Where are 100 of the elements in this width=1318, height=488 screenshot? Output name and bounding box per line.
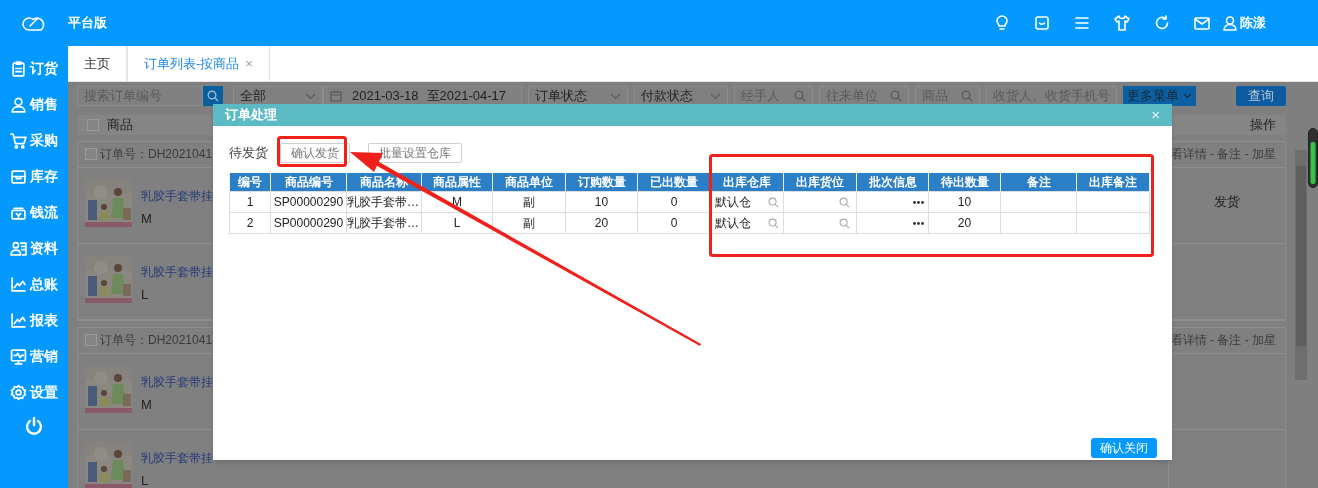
shirt-icon[interactable] <box>1112 13 1132 33</box>
close-button[interactable]: × <box>1151 103 1160 127</box>
ship-link[interactable]: 发货 <box>1214 191 1240 243</box>
chart-icon <box>10 311 27 329</box>
cart-icon <box>10 131 27 149</box>
status-label: 待发货 <box>229 144 268 163</box>
checkbox[interactable] <box>85 148 97 160</box>
search-button[interactable] <box>203 86 223 106</box>
search-icon[interactable] <box>768 217 779 229</box>
search-icon <box>207 90 219 102</box>
sidebar-item[interactable]: 总账 <box>10 272 58 296</box>
product-link[interactable]: 乳胶手套带挂 <box>141 373 213 391</box>
warehouse-field[interactable]: 默认仓 <box>711 214 783 232</box>
sidebar-item[interactable]: 采购 <box>10 128 58 152</box>
search-icon[interactable] <box>839 196 850 208</box>
search-icon <box>890 90 902 102</box>
table-cell: 10 <box>565 191 638 213</box>
order-number: 订单号：DH2021041 <box>100 146 213 163</box>
column-header: 订购数量 <box>565 173 638 192</box>
more-menu-button[interactable]: 更多菜单 <box>1123 86 1196 106</box>
sidebar-item[interactable]: 订货 <box>10 56 58 80</box>
table-cell: 乳胶手套带… <box>346 212 422 234</box>
search-icon <box>961 90 973 102</box>
table-cell: 2 <box>229 212 271 234</box>
column-header: 出库货位 <box>783 173 857 192</box>
product-link[interactable]: 乳胶手套带挂 <box>141 263 213 281</box>
table-cell: 20 <box>928 212 1001 234</box>
contacts-icon <box>10 239 27 257</box>
search-icon[interactable] <box>839 217 850 229</box>
table-cell: 10 <box>928 191 1001 213</box>
scrollbar[interactable] <box>1295 150 1307 380</box>
tab[interactable]: 订单列表-按商品 × <box>127 46 270 81</box>
variant-text: M <box>141 395 153 414</box>
user-menu[interactable]: 陈漾 <box>1222 13 1266 33</box>
table-cell: SP00000290 <box>270 212 347 234</box>
order-links[interactable]: 看详情 - 备注 - 加星 <box>1170 331 1276 349</box>
user-icon <box>10 95 27 113</box>
confirm-close-button[interactable]: 确认关闭 <box>1091 438 1157 458</box>
column-header: 商品编号 <box>270 173 347 192</box>
select-field[interactable]: 付款状态 <box>634 86 728 106</box>
caret-icon <box>610 92 621 100</box>
column-header: 商品属性 <box>421 173 493 192</box>
column-header: 操作 <box>1250 116 1276 134</box>
app-title: 平台版 <box>68 14 107 33</box>
variant-text: L <box>141 285 150 304</box>
table-cell: 1 <box>229 191 271 213</box>
query-button[interactable]: 查询 <box>1236 86 1286 106</box>
order-number: 订单号：DH2021041 <box>100 332 213 349</box>
settings-icon <box>10 383 27 401</box>
column-header: 待出数量 <box>928 173 1001 192</box>
highlight-box <box>277 136 347 167</box>
checkbox[interactable] <box>85 334 97 346</box>
monitor-icon <box>10 347 27 365</box>
caret-icon <box>710 92 721 100</box>
more-icon[interactable] <box>913 200 924 204</box>
select-field[interactable]: 全部 <box>233 86 323 106</box>
box-icon <box>10 167 27 185</box>
column-header: 商品 <box>107 116 133 134</box>
column-header: 批次信息 <box>856 173 929 192</box>
table-cell: 乳胶手套带… <box>346 191 422 213</box>
column-header: 备注 <box>1000 173 1077 192</box>
table-cell: 0 <box>637 191 711 213</box>
chart-icon <box>10 275 27 293</box>
date-range-field[interactable]: 2021-03-18 至2021-04-17 <box>323 86 522 106</box>
sidebar-item[interactable]: 资料 <box>10 236 58 260</box>
product-link[interactable]: 乳胶手套带挂 <box>141 449 213 467</box>
sidebar-item[interactable]: 库存 <box>10 164 58 188</box>
calendar-icon <box>330 90 342 102</box>
order-links[interactable]: 看详情 - 备注 - 加星 <box>1170 145 1276 163</box>
select-field[interactable]: 订单状态 <box>528 86 628 106</box>
variant-text: L <box>141 471 150 488</box>
sidebar-item[interactable]: 设置 <box>10 380 58 404</box>
sidebar-item[interactable]: 报表 <box>10 308 58 332</box>
table-cell: SP00000290 <box>270 191 347 213</box>
meter-icon <box>1308 128 1318 188</box>
variant-text: M <box>141 209 153 228</box>
sidebar-item[interactable]: 营销 <box>10 344 58 368</box>
sidebar-item[interactable]: 销售 <box>10 92 58 116</box>
caret-icon <box>305 92 316 100</box>
caret-icon <box>1183 93 1192 99</box>
action-button[interactable]: 确认发货 <box>280 143 350 163</box>
clipboard-icon <box>10 59 27 77</box>
warehouse-field[interactable]: 默认仓 <box>711 193 783 211</box>
smile-box-icon[interactable] <box>1032 13 1052 33</box>
user-icon <box>1222 15 1238 31</box>
dialog-title: 订单处理 <box>225 106 277 125</box>
column-header: 编号 <box>229 173 271 192</box>
search-icon[interactable] <box>768 196 779 208</box>
column-header: 商品单位 <box>492 173 566 192</box>
column-header: 已出数量 <box>637 173 711 192</box>
power-icon[interactable] <box>24 416 44 436</box>
sidebar-item[interactable]: 钱流 <box>10 200 58 224</box>
table-cell: 20 <box>565 212 638 234</box>
search-icon <box>794 90 806 102</box>
column-header: 出库备注 <box>1076 173 1150 192</box>
more-icon[interactable] <box>913 221 924 225</box>
column-header: 出库仓库 <box>710 173 784 192</box>
product-link[interactable]: 乳胶手套带挂 <box>141 187 213 205</box>
table-cell: 副 <box>492 191 566 213</box>
close-icon[interactable]: × <box>245 53 253 74</box>
